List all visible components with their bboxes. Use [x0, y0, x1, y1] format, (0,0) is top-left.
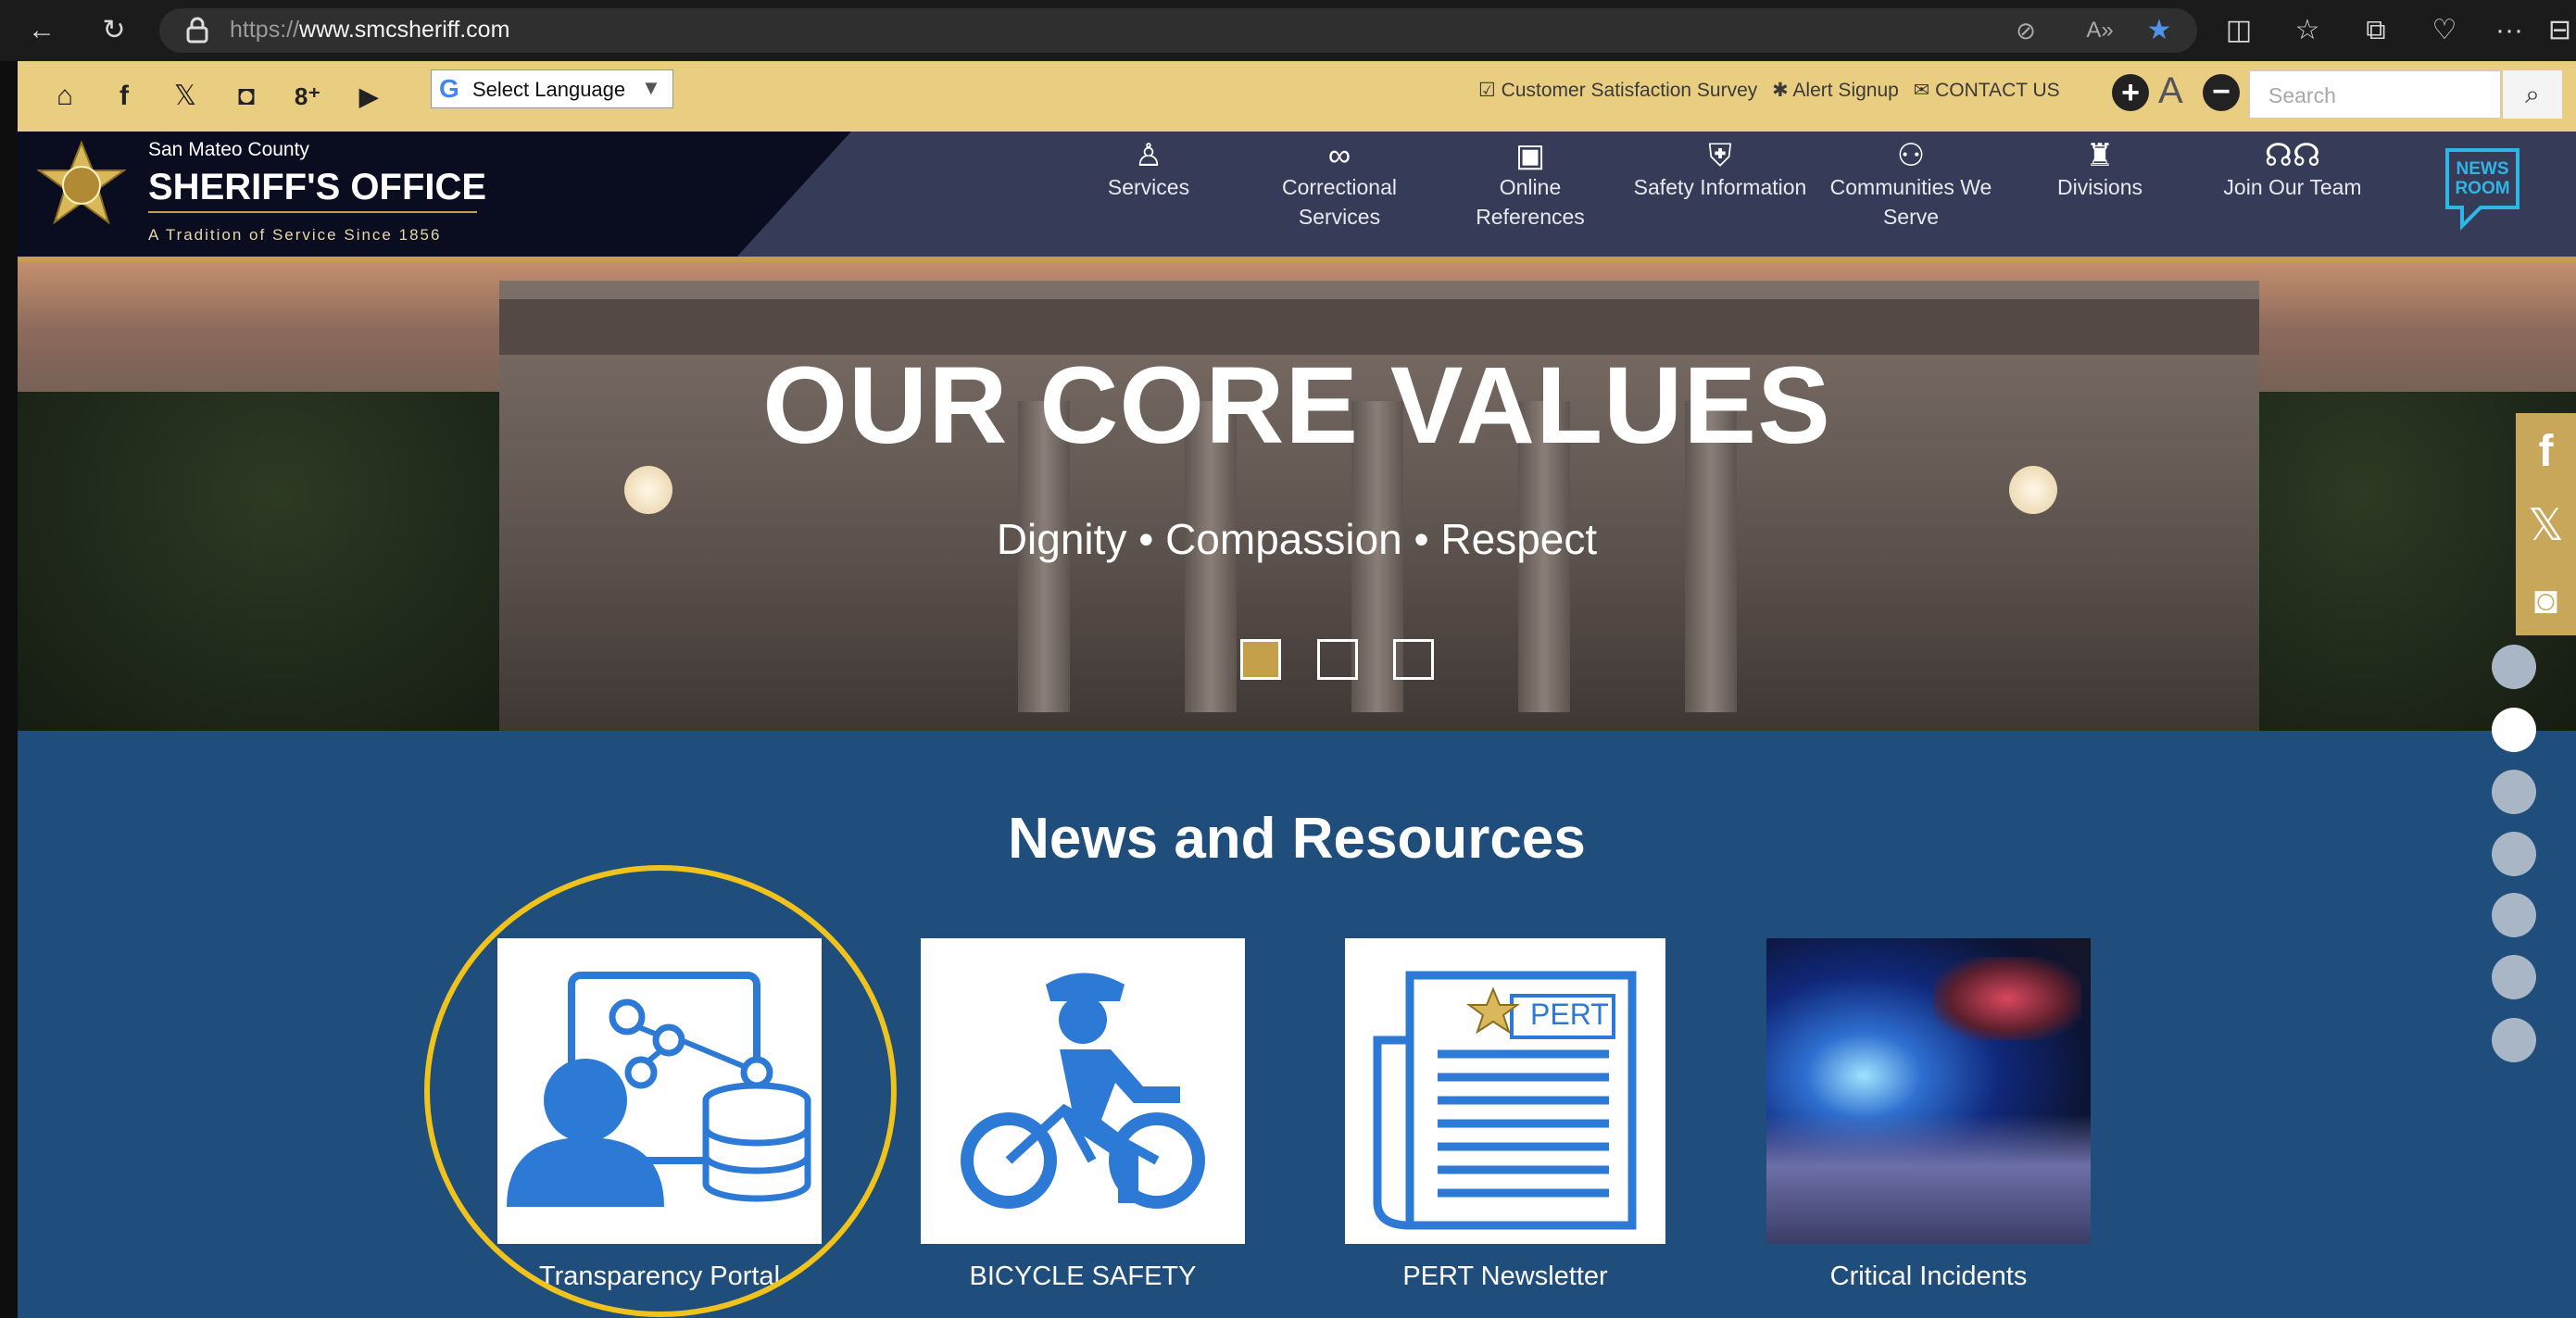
- nav-communities-we-serve[interactable]: ⚇ Communities We Serve: [1823, 139, 1999, 232]
- instagram-icon[interactable]: ◙: [2516, 563, 2576, 637]
- youtube-icon[interactable]: ▶: [348, 61, 389, 132]
- nav-label: Safety Information: [1633, 175, 1807, 199]
- url-text[interactable]: https://www.smcsheriff.com: [230, 17, 509, 44]
- contact-link[interactable]: CONTACT US: [1935, 80, 2060, 101]
- lamp-globe: [2009, 466, 2057, 514]
- facebook-icon[interactable]: f: [104, 61, 145, 132]
- nav-label: Services: [1107, 175, 1190, 199]
- nav-label: Online References: [1476, 175, 1585, 229]
- slide-dot-2[interactable]: [1317, 639, 1358, 680]
- card-bicycle-safety[interactable]: [921, 938, 1245, 1244]
- sheriff-star-logo[interactable]: [35, 140, 128, 237]
- hero-slider: [18, 262, 2576, 731]
- language-label: Select Language: [472, 78, 626, 101]
- nav-label: Communities We Serve: [1829, 175, 1992, 229]
- monitor-icon: ▣: [1514, 138, 1546, 173]
- team-icon: ☊☊: [2264, 138, 2321, 173]
- tagline: A Tradition of Service Since 1856: [148, 226, 442, 244]
- county-name: San Mateo County: [148, 139, 309, 160]
- language-select[interactable]: G Select Language ▼: [431, 69, 673, 108]
- font-size-label[interactable]: A: [2158, 70, 2183, 112]
- x-twitter-icon[interactable]: 𝕏: [165, 61, 206, 132]
- page-dot[interactable]: [2492, 955, 2536, 999]
- slide-dot-1[interactable]: [1240, 639, 1281, 680]
- page-dot[interactable]: [2492, 832, 2536, 876]
- more-icon[interactable]: ···: [2486, 0, 2532, 61]
- nav-divisions[interactable]: ♜ Divisions: [2012, 139, 2188, 202]
- split-screen-icon[interactable]: ◫: [2216, 0, 2262, 61]
- nav-online-references[interactable]: ▣ Online References: [1442, 139, 1618, 232]
- browser-essentials-icon[interactable]: ♡: [2421, 0, 2468, 61]
- community-icon: ⚇: [1896, 138, 1926, 173]
- utility-bar: [18, 61, 2576, 132]
- person-badge-icon: ♙: [1134, 138, 1163, 173]
- survey-link[interactable]: Customer Satisfaction Survey: [1502, 80, 1758, 101]
- bicycle-icon: [961, 973, 1205, 1209]
- page-dot[interactable]: [2492, 893, 2536, 937]
- alert-icon: ✱: [1772, 80, 1789, 101]
- newsroom-label: NEWS ROOM: [2455, 159, 2510, 198]
- survey-icon: ☑: [1478, 80, 1496, 101]
- x-twitter-icon[interactable]: 𝕏: [2516, 489, 2576, 563]
- nav-safety-information[interactable]: ⛨ Safety Information: [1632, 139, 1808, 202]
- google-icon: G: [439, 74, 459, 103]
- collections-icon[interactable]: ⧉: [2353, 0, 2399, 61]
- page-dot[interactable]: [2492, 1018, 2536, 1062]
- back-icon[interactable]: ←: [19, 0, 65, 61]
- favorites-icon[interactable]: ☆: [2284, 0, 2331, 61]
- card-critical-incidents[interactable]: [1766, 938, 2091, 1244]
- news-heading: News and Resources: [1008, 807, 1586, 871]
- title-divider: [148, 211, 477, 213]
- page-dot[interactable]: [2492, 770, 2536, 814]
- search-icon[interactable]: ⌕: [2503, 70, 2562, 119]
- chevron-down-icon: ▼: [641, 76, 661, 99]
- tracking-icon[interactable]: ⊘: [2003, 0, 2049, 61]
- refresh-icon[interactable]: ↻: [91, 0, 137, 61]
- mail-icon: ✉: [1913, 80, 1930, 101]
- card-label[interactable]: BICYCLE SAFETY: [870, 1262, 1296, 1292]
- pert-badge-label: PERT: [1530, 998, 1609, 1031]
- facebook-icon[interactable]: f: [2516, 415, 2576, 489]
- police-light-photo: [1933, 957, 2081, 1040]
- card-label[interactable]: Critical Incidents: [1715, 1262, 2142, 1292]
- nav-label: Correctional Services: [1282, 175, 1397, 229]
- newsletter-icon: [1373, 971, 1637, 1230]
- instagram-icon[interactable]: ◘: [226, 61, 267, 132]
- nav-label: Join Our Team: [2223, 175, 2362, 199]
- site-title[interactable]: SHERIFF'S OFFICE: [148, 167, 486, 208]
- highlight-circle: [424, 865, 897, 1317]
- hero-subtitle: Dignity • Compassion • Respect: [996, 515, 1598, 563]
- lock-icon[interactable]: [185, 17, 209, 44]
- handcuffs-icon: ∞: [1327, 138, 1351, 173]
- decrease-font-icon[interactable]: −: [2203, 74, 2240, 111]
- card-label[interactable]: PERT Newsletter: [1292, 1262, 1718, 1292]
- slide-dot-3[interactable]: [1393, 639, 1434, 680]
- nav-label: Divisions: [2056, 175, 2143, 199]
- car-hood-reflection: [1766, 1114, 2091, 1244]
- home-icon[interactable]: ⌂: [44, 61, 85, 132]
- nav-join-our-team[interactable]: ☊☊ Join Our Team: [2205, 139, 2381, 202]
- page-dot-active[interactable]: [2492, 708, 2536, 752]
- utility-links: ☑ Customer Satisfaction Survey ✱ Alert S…: [1478, 72, 2060, 109]
- search-input[interactable]: Search: [2249, 70, 2501, 119]
- nav-services[interactable]: ♙ Services: [1061, 139, 1237, 202]
- sidebar-icon[interactable]: ⊟: [2544, 0, 2576, 61]
- google-plus-icon[interactable]: 8⁺: [287, 61, 328, 132]
- newsroom-button[interactable]: NEWS ROOM: [2438, 141, 2527, 233]
- lamp-globe: [624, 466, 672, 514]
- org-chart-icon: ♜: [2085, 138, 2115, 173]
- page-dot[interactable]: [2492, 645, 2536, 689]
- read-aloud-icon[interactable]: A»: [2077, 0, 2123, 61]
- nav-correctional-services[interactable]: ∞ Correctional Services: [1251, 139, 1427, 232]
- alert-link[interactable]: Alert Signup: [1792, 80, 1898, 101]
- card-pert-newsletter[interactable]: PERT: [1345, 938, 1665, 1244]
- favorite-star-icon[interactable]: ★: [2136, 0, 2182, 61]
- shield-icon: ⛨: [1708, 138, 1732, 173]
- increase-font-icon[interactable]: +: [2112, 74, 2149, 111]
- hero-title: OUR CORE VALUES: [762, 345, 1831, 467]
